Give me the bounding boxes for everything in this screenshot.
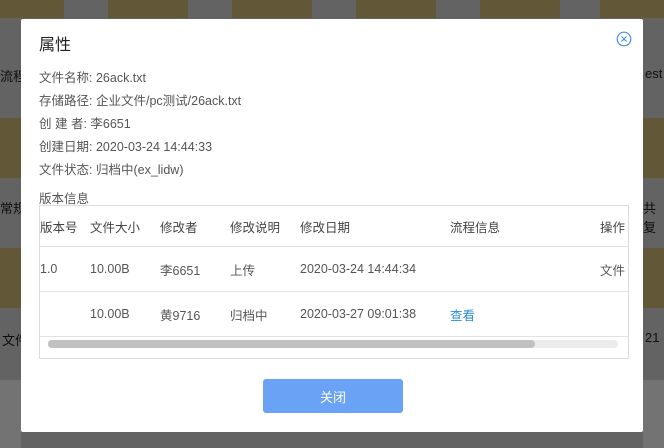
column-header: 文件大小 xyxy=(90,206,160,247)
horizontal-scrollbar[interactable] xyxy=(48,340,618,348)
info-row-status: 文件状态: 归档中(ex_lidw) xyxy=(39,162,241,185)
column-header: 操作 xyxy=(600,206,628,247)
column-header: 修改日期 xyxy=(300,206,450,247)
info-value: 26ack.txt xyxy=(95,71,146,85)
info-row-created-date: 创建日期: 2020-03-24 14:44:33 xyxy=(39,139,241,162)
info-label: 创 建 者: xyxy=(39,117,87,131)
properties-dialog: 属性 文件名称: 26ack.txt 存储路径: 企业文件/pc测试/26ack… xyxy=(21,19,643,432)
column-header: 流程信息 xyxy=(450,206,600,247)
info-value: 企业文件/pc测试/26ack.txt xyxy=(95,94,242,108)
info-row-creator: 创 建 者: 李6651 xyxy=(39,116,241,139)
version-table: 版本号 文件大小 修改者 修改说明 修改日期 流程信息 操作 1.0 10.00… xyxy=(40,206,628,337)
scrollbar-thumb[interactable] xyxy=(48,340,535,348)
info-row-path: 存储路径: 企业文件/pc测试/26ack.txt xyxy=(39,93,241,116)
info-value: 归档中(ex_lidw) xyxy=(95,163,184,177)
info-label: 文件名称: xyxy=(39,71,93,85)
close-icon[interactable] xyxy=(616,31,632,47)
info-label: 存储路径: xyxy=(39,94,93,108)
cell-version xyxy=(40,291,90,337)
dialog-title: 属性 xyxy=(39,37,72,54)
cell-date: 2020-03-24 14:44:34 xyxy=(300,246,450,292)
info-label: 创建日期: xyxy=(39,140,93,154)
info-row-filename: 文件名称: 26ack.txt xyxy=(39,70,241,93)
table-row: 10.00B 黄9716 归档中 2020-03-27 09:01:38 查看 xyxy=(40,291,628,337)
cell-size: 10.00B xyxy=(90,291,160,337)
info-value: 李6651 xyxy=(90,117,131,131)
version-table-container: 版本号 文件大小 修改者 修改说明 修改日期 流程信息 操作 1.0 10.00… xyxy=(39,205,629,359)
table-header-row: 版本号 文件大小 修改者 修改说明 修改日期 流程信息 操作 xyxy=(40,206,628,247)
info-value: 2020-03-24 14:44:33 xyxy=(95,140,213,154)
close-button[interactable]: 关闭 xyxy=(263,379,403,413)
cell-action xyxy=(600,291,628,337)
cell-version: 1.0 xyxy=(40,246,90,292)
cell-action-link[interactable]: 文件 xyxy=(600,246,628,292)
cell-note: 归档中 xyxy=(230,291,300,337)
column-header: 修改说明 xyxy=(230,206,300,247)
info-label: 文件状态: xyxy=(39,163,93,177)
cell-date: 2020-03-27 09:01:38 xyxy=(300,291,450,337)
table-row: 1.0 10.00B 李6651 上传 2020-03-24 14:44:34 … xyxy=(40,246,628,292)
column-header: 版本号 xyxy=(40,206,90,247)
cell-flow xyxy=(450,246,600,292)
column-header: 修改者 xyxy=(160,206,230,247)
cell-size: 10.00B xyxy=(90,246,160,292)
file-info: 文件名称: 26ack.txt 存储路径: 企业文件/pc测试/26ack.tx… xyxy=(39,70,241,185)
cell-note: 上传 xyxy=(230,246,300,292)
view-flow-link[interactable]: 查看 xyxy=(450,291,600,337)
cell-modifier: 黄9716 xyxy=(160,291,230,337)
cell-modifier: 李6651 xyxy=(160,246,230,292)
